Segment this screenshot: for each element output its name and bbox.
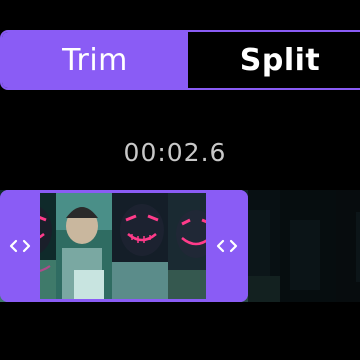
tab-split[interactable]: Split (188, 32, 360, 88)
chevron-left-right-icon (9, 239, 31, 253)
trim-split-toggle: Trim Split (0, 30, 360, 90)
unselected-region-overlay (248, 190, 360, 302)
video-thumbnail (112, 190, 168, 302)
timeline[interactable] (0, 190, 360, 302)
playhead-timestamp: 00:02.6 (123, 138, 227, 167)
video-thumbnail (56, 190, 112, 302)
video-editor-screen: Trim Split 00:02.6 (0, 0, 360, 360)
trim-end-handle[interactable] (206, 190, 248, 302)
tab-trim[interactable]: Trim (2, 32, 188, 88)
chevron-left-right-icon (216, 239, 238, 253)
trim-start-handle[interactable] (0, 190, 40, 302)
